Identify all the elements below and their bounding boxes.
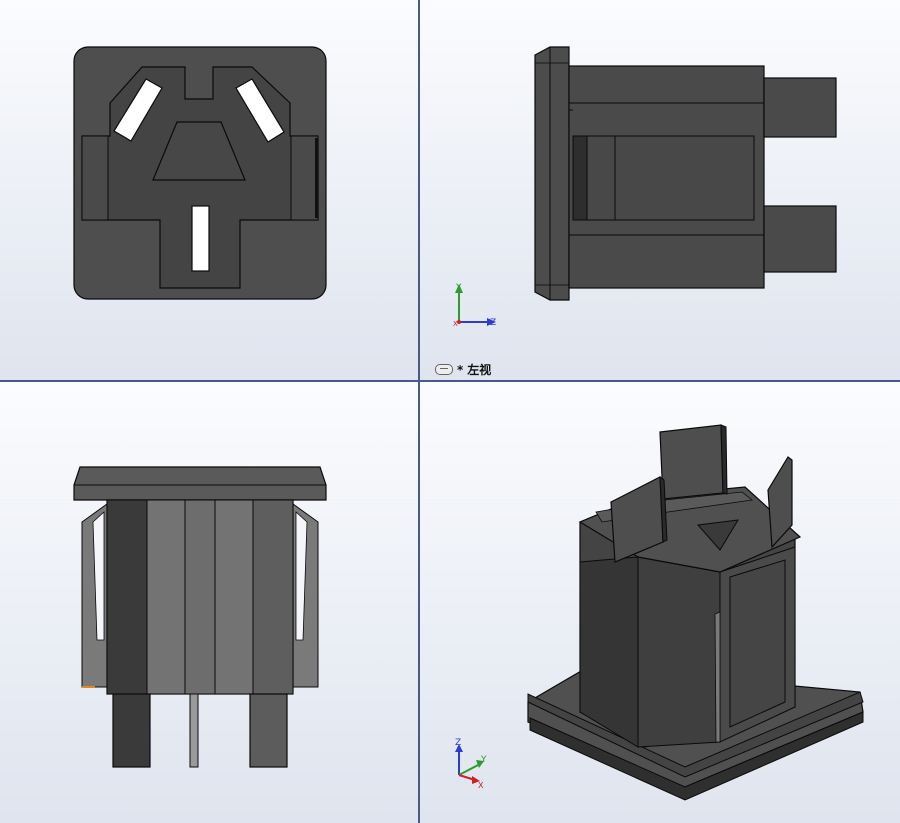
- viewport-splitter-vertical[interactable]: [418, 0, 420, 823]
- viewport-isometric[interactable]: Z Y X: [420, 382, 900, 823]
- view-label[interactable]: * 左视: [435, 361, 491, 378]
- axis-y-label: Y: [455, 283, 462, 293]
- view-label-prefix: *: [457, 362, 464, 377]
- axis-triad-icon: [455, 744, 484, 784]
- axis-y-label: Y: [480, 755, 487, 765]
- front-view-drawing: [73, 46, 327, 300]
- top-view-drawing: [73, 466, 327, 768]
- viewport-left[interactable]: Y Z X * 左视: [420, 0, 900, 380]
- view-label-name: 左视: [467, 363, 492, 377]
- axis-x-label: X: [453, 320, 458, 328]
- viewport-splitter-horizontal[interactable]: [0, 380, 900, 382]
- chain-link-icon: [435, 364, 453, 375]
- axis-x-label: X: [478, 781, 484, 790]
- left-view-drawing: Y Z X: [453, 46, 837, 328]
- axis-z-label: Z: [490, 318, 496, 328]
- axis-z-label: Z: [455, 738, 461, 748]
- isometric-view-drawing: Z Y X: [455, 424, 864, 801]
- viewport-top[interactable]: [0, 382, 418, 823]
- viewport-front[interactable]: [0, 0, 418, 380]
